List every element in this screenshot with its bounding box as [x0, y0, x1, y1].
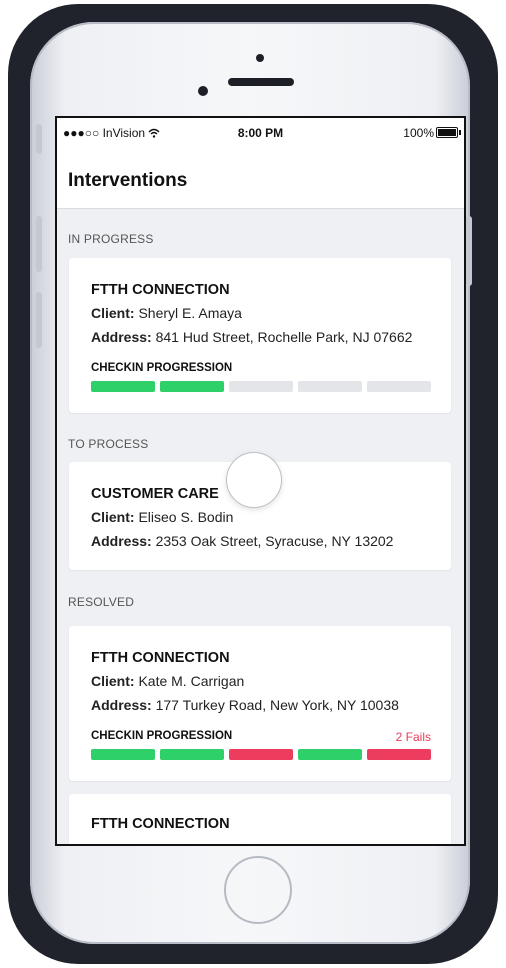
- volume-up-button: [36, 216, 42, 272]
- volume-down-button: [36, 292, 42, 348]
- client-line: Client: Sheryl E. Amaya: [91, 305, 242, 321]
- touch-indicator: [226, 452, 282, 508]
- intervention-card[interactable]: FTTH CONNECTION Client: Sheryl E. Amaya …: [69, 258, 451, 413]
- progress-segment-done: [298, 749, 362, 760]
- battery-percent: 100%: [403, 126, 434, 140]
- client-name: Eliseo S. Bodin: [138, 509, 234, 525]
- status-bar: ●●●○○ InVision 8:00 PM 100%: [57, 118, 464, 144]
- intervention-card[interactable]: FTTH CONNECTION Client: Kate M. Carrigan…: [69, 626, 451, 781]
- progress-segment-pending: [298, 381, 362, 392]
- address-line: Address: 2353 Oak Street, Syracuse, NY 1…: [91, 533, 393, 549]
- address-line: Address: 177 Turkey Road, New York, NY 1…: [91, 697, 399, 713]
- card-title: FTTH CONNECTION: [91, 816, 230, 832]
- progress-label: CHECKIN PROGRESSION: [91, 362, 233, 374]
- card-title: FTTH CONNECTION: [91, 282, 230, 298]
- address-label: Address:: [91, 697, 152, 713]
- client-label: Client:: [91, 305, 135, 321]
- progress-segment-done: [91, 381, 155, 392]
- progress-segment-fail: [367, 749, 431, 760]
- progress-segment-done: [91, 749, 155, 760]
- power-button: [466, 216, 472, 286]
- client-label: Client:: [91, 509, 135, 525]
- address-value: 2353 Oak Street, Syracuse, NY 13202: [155, 533, 394, 549]
- section-header-in-progress: IN PROGRESS: [68, 232, 154, 246]
- progress-segment-fail: [229, 749, 293, 760]
- checkin-progress-bar: [91, 381, 431, 392]
- page-title: Interventions: [68, 170, 188, 191]
- address-value: 177 Turkey Road, New York, NY 10038: [155, 697, 399, 713]
- address-value: 841 Hud Street, Rochelle Park, NJ 07662: [155, 329, 413, 345]
- front-camera-icon: [198, 86, 208, 96]
- address-label: Address:: [91, 329, 152, 345]
- navigation-bar: Interventions: [57, 144, 464, 209]
- intervention-card[interactable]: FTTH CONNECTION: [69, 794, 451, 844]
- client-line: Client: Eliseo S. Bodin: [91, 509, 233, 525]
- client-line: Client: Kate M. Carrigan: [91, 673, 244, 689]
- progress-segment-done: [160, 381, 224, 392]
- card-title: CUSTOMER CARE: [91, 486, 219, 502]
- progress-segment-pending: [367, 381, 431, 392]
- mute-switch: [36, 124, 42, 154]
- client-label: Client:: [91, 673, 135, 689]
- progress-segment-done: [160, 749, 224, 760]
- section-header-resolved: RESOLVED: [68, 595, 135, 609]
- proximity-sensor: [256, 54, 264, 62]
- section-header-to-process: TO PROCESS: [68, 437, 149, 451]
- checkin-progress-bar: [91, 749, 431, 760]
- progress-label: CHECKIN PROGRESSION: [91, 730, 233, 742]
- address-label: Address:: [91, 533, 152, 549]
- earpiece-speaker: [228, 78, 294, 86]
- battery-icon: [436, 127, 461, 138]
- client-name: Kate M. Carrigan: [138, 673, 245, 689]
- fails-count: 2 Fails: [395, 730, 431, 744]
- address-line: Address: 841 Hud Street, Rochelle Park, …: [91, 329, 412, 345]
- card-title: FTTH CONNECTION: [91, 650, 230, 666]
- home-button[interactable]: [224, 856, 292, 924]
- progress-segment-pending: [229, 381, 293, 392]
- client-name: Sheryl E. Amaya: [138, 305, 242, 321]
